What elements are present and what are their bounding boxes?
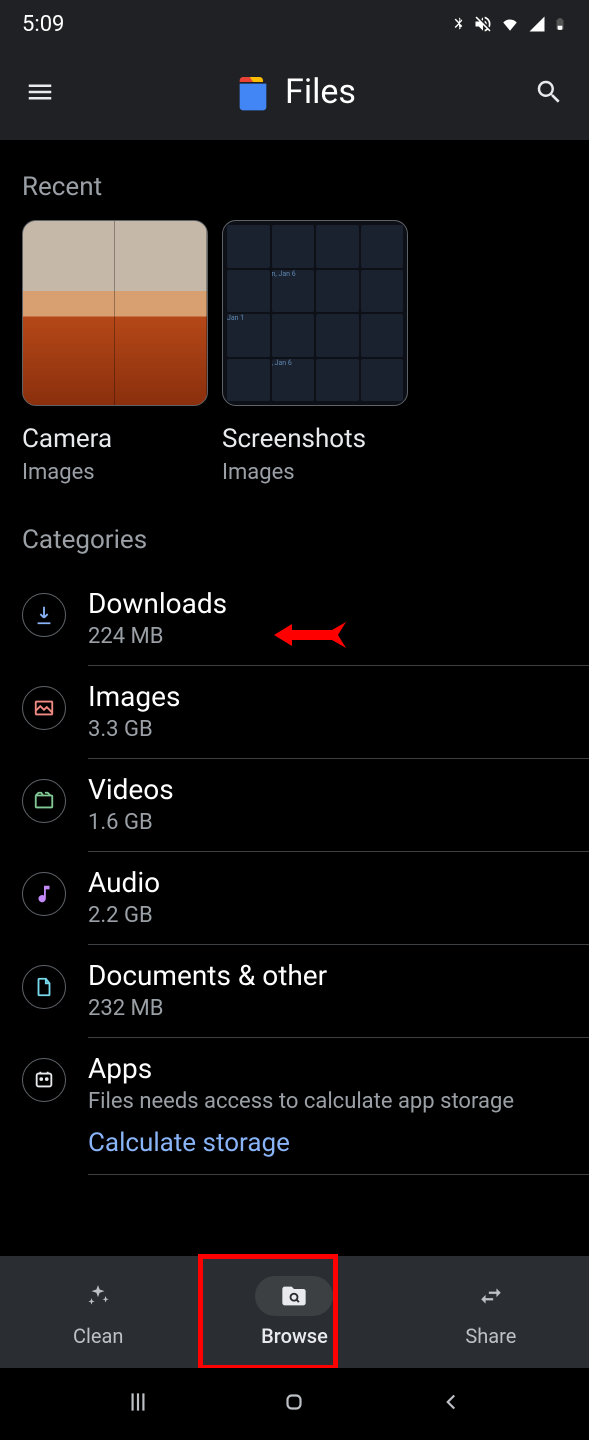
category-name: Videos: [88, 773, 567, 806]
back-button[interactable]: [438, 1389, 464, 1419]
document-icon: [22, 965, 66, 1009]
recent-label: Screenshots: [222, 424, 408, 454]
nav-clean[interactable]: Clean: [0, 1256, 196, 1368]
category-size: Files needs access to calculate app stor…: [88, 1089, 567, 1114]
image-icon: [22, 686, 66, 730]
menu-button[interactable]: [20, 77, 60, 107]
category-videos[interactable]: Videos 1.6 GB: [22, 759, 589, 852]
nav-label: Browse: [261, 1324, 328, 1348]
status-time: 5:09: [22, 12, 64, 37]
download-icon: [22, 593, 66, 637]
home-icon: [281, 1389, 307, 1415]
swap-icon: [478, 1283, 504, 1309]
category-audio[interactable]: Audio 2.2 GB: [22, 852, 589, 945]
categories-heading: Categories: [0, 511, 589, 573]
music-icon: [22, 872, 66, 916]
bottom-nav: Clean Browse Share: [0, 1256, 589, 1368]
status-icons: [451, 13, 567, 35]
category-size: 2.2 GB: [88, 903, 567, 928]
back-icon: [438, 1389, 464, 1415]
recent-subtype: Images: [222, 460, 408, 485]
camera-thumbnail: [22, 220, 208, 406]
screenshots-thumbnail: n, Jan 6 Jan 1 , Jan 6: [222, 220, 408, 406]
app-title: Files: [285, 72, 356, 112]
recents-icon: [125, 1389, 151, 1415]
apps-icon: [22, 1058, 66, 1102]
recent-subtype: Images: [22, 460, 208, 485]
battery-icon: [553, 13, 567, 35]
app-title-wrap: Files: [60, 72, 529, 112]
nav-label: Share: [465, 1324, 516, 1348]
calculate-storage-link[interactable]: Calculate storage: [88, 1128, 567, 1158]
recent-item-screenshots[interactable]: n, Jan 6 Jan 1 , Jan 6 Screenshots Image…: [222, 220, 408, 485]
category-size: 232 MB: [88, 996, 567, 1021]
category-size: 224 MB: [88, 624, 567, 649]
recent-label: Camera: [22, 424, 208, 454]
mute-icon: [473, 14, 493, 34]
category-name: Audio: [88, 866, 567, 899]
video-icon: [22, 779, 66, 823]
category-apps[interactable]: Apps Files needs access to calculate app…: [22, 1038, 589, 1175]
recent-heading: Recent: [0, 158, 589, 220]
search-button[interactable]: [529, 77, 569, 107]
category-documents[interactable]: Documents & other 232 MB: [22, 945, 589, 1038]
category-images[interactable]: Images 3.3 GB: [22, 666, 589, 759]
folder-search-icon: [280, 1282, 308, 1310]
category-size: 1.6 GB: [88, 810, 567, 835]
category-name: Apps: [88, 1052, 567, 1085]
category-name: Documents & other: [88, 959, 567, 992]
category-name: Downloads: [88, 587, 567, 620]
recent-row: Camera Images n, Jan 6 Jan 1 , Jan 6 Scr…: [0, 220, 589, 485]
categories-list: Downloads 224 MB Images 3.3 GB Videos 1.…: [0, 573, 589, 1175]
wifi-icon: [499, 15, 521, 33]
recent-item-camera[interactable]: Camera Images: [22, 220, 208, 485]
search-icon: [534, 77, 564, 107]
main-content: Recent Camera Images n, Jan 6 Jan 1 , Ja…: [0, 140, 589, 1175]
status-bar: 5:09: [0, 0, 589, 44]
system-nav-bar: [0, 1368, 589, 1440]
nav-share[interactable]: Share: [393, 1256, 589, 1368]
nav-browse[interactable]: Browse: [196, 1256, 392, 1368]
sparkle-icon: [85, 1283, 111, 1309]
home-button[interactable]: [281, 1389, 307, 1419]
files-logo-icon: [233, 72, 273, 112]
category-size: 3.3 GB: [88, 717, 567, 742]
recents-button[interactable]: [125, 1389, 151, 1419]
bluetooth-icon: [451, 14, 467, 34]
category-name: Images: [88, 680, 567, 713]
hamburger-icon: [25, 77, 55, 107]
category-downloads[interactable]: Downloads 224 MB: [22, 573, 589, 666]
app-bar: Files: [0, 44, 589, 140]
nav-label: Clean: [73, 1324, 123, 1348]
signal-icon: [527, 15, 547, 33]
